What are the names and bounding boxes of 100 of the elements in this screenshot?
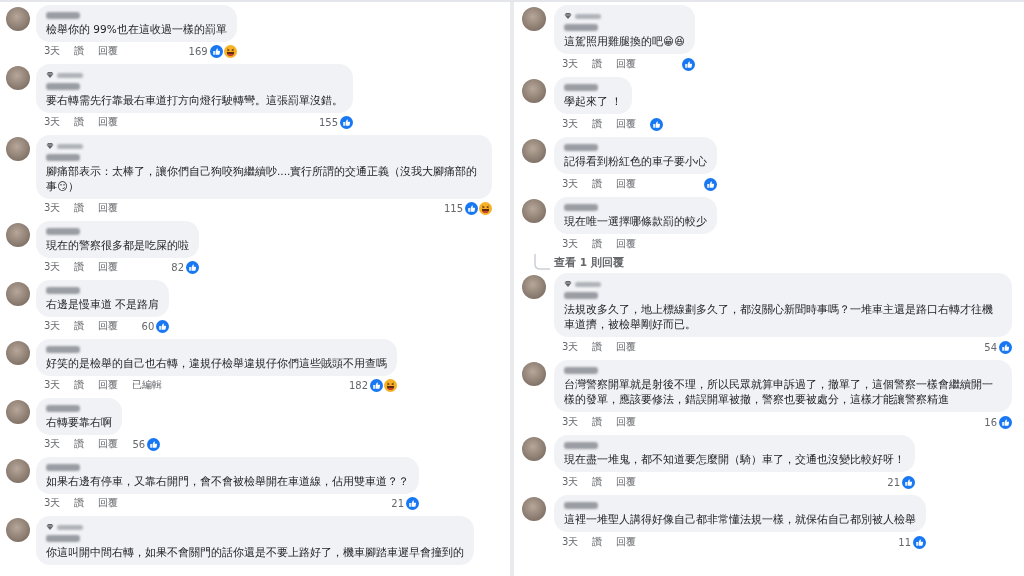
avatar[interactable] [6,341,30,365]
reply-link[interactable]: 回覆 [616,535,637,549]
blurred-name [564,24,598,31]
blurred-name [46,287,80,294]
comment-text: 要右轉需先行靠最右車道打方向燈行駛轉彎。這張罰單沒錯。 [46,93,343,108]
avatar[interactable] [6,400,30,424]
blurred-name [564,144,598,151]
diamond-icon [46,142,54,150]
blurred-name [564,502,598,509]
like-link[interactable]: 讚 [74,201,85,215]
blurred-name [564,292,598,299]
avatar[interactable] [522,199,546,223]
like-link[interactable]: 讚 [74,437,85,451]
avatar[interactable] [522,139,546,163]
comment-text: 記得看到粉紅色的車子要小心 [564,154,707,169]
avatar[interactable] [6,282,30,306]
reaction-count: 60 [141,320,155,332]
reply-link[interactable]: 回覆 [616,340,637,354]
reaction-count: 21 [887,476,900,488]
like-link[interactable]: 讚 [74,319,85,333]
blurred-name [564,367,598,374]
avatar[interactable] [522,79,546,103]
comment-time: 3天 [44,496,61,510]
avatar[interactable] [6,223,30,247]
reply-link[interactable]: 回覆 [616,57,637,71]
blurred-badge-label [57,524,83,530]
reply-link[interactable]: 回覆 [98,319,119,333]
comment-text: 如果右邊有停車，又靠右開門，會不會被檢舉開在車道線，佔用雙車道？？ [46,474,409,489]
comment-time: 3天 [44,260,61,274]
like-link[interactable]: 讚 [74,44,85,58]
comment-text: 現在盡一堆鬼，都不知道要怎麼開（騎）車了，交通也沒變比較好呀！ [564,452,905,467]
like-link[interactable]: 讚 [74,496,85,510]
comment-time: 3天 [562,57,579,71]
reply-link[interactable]: 回覆 [616,475,637,489]
like-link[interactable]: 讚 [74,378,85,392]
comment-time: 3天 [562,535,579,549]
like-link[interactable]: 讚 [592,57,603,71]
comment-time: 3天 [562,340,579,354]
avatar[interactable] [522,275,546,299]
reply-link[interactable]: 回覆 [98,378,119,392]
comment-text: 現在唯一選擇哪條款罰的較少 [564,214,707,229]
diamond-icon [564,12,572,20]
reply-link[interactable]: 回覆 [98,260,119,274]
reply-link[interactable]: 回覆 [98,496,119,510]
comment-text: 現在的警察很多都是吃屎的啦 [46,238,189,253]
blurred-badge-label [575,13,601,19]
blurred-badge-label [575,281,601,287]
edited-label: 已編輯 [132,378,163,392]
comment-text: 你這叫開中間右轉，如果不會關門的話你還是不要上路好了，機車腳踏車遲早會撞到的 [46,545,464,560]
avatar[interactable] [6,66,30,90]
comment-text: 右邊是慢車道 不是路肩 [46,297,160,312]
like-link[interactable]: 讚 [592,340,603,354]
comment-text: 學起來了 ！ [564,94,623,109]
avatar[interactable] [522,7,546,31]
reply-link[interactable]: 回覆 [616,117,637,131]
avatar[interactable] [522,437,546,461]
avatar[interactable] [522,497,546,521]
like-link[interactable]: 讚 [592,415,603,429]
like-link[interactable]: 讚 [74,260,85,274]
like-link[interactable]: 讚 [592,117,603,131]
reaction-count: 182 [348,379,368,391]
blurred-name [46,405,80,412]
comment-time: 3天 [562,415,579,429]
diamond-icon [46,71,54,79]
blurred-name [46,464,80,471]
avatar[interactable] [6,459,30,483]
diamond-icon [46,523,54,531]
blurred-name [46,83,80,90]
comment-time: 3天 [44,319,61,333]
view-replies-link[interactable]: 查看 1 則回覆 [554,256,624,270]
avatar[interactable] [6,518,30,542]
reaction-count: 115 [443,202,463,214]
comment-time: 3天 [44,201,61,215]
thread-line [534,254,550,270]
reply-link[interactable]: 回覆 [98,201,119,215]
avatar[interactable] [6,7,30,31]
like-link[interactable]: 讚 [74,115,85,129]
comment-time: 3天 [562,475,579,489]
like-link[interactable]: 讚 [592,475,603,489]
reply-link[interactable]: 回覆 [616,415,637,429]
reply-link[interactable]: 回覆 [98,115,119,129]
reply-link[interactable]: 回覆 [616,237,637,251]
reaction-count: 82 [171,261,184,273]
reply-link[interactable]: 回覆 [98,44,119,58]
comment-time: 3天 [44,44,61,58]
avatar[interactable] [522,362,546,386]
comment-text: 腳痛部表示：太棒了，讓你們自己狗咬狗繼續吵....實行所謂的交通正義（沒我大腳痛部的事😏） [46,164,479,194]
comment-text: 好笑的是檢舉的自己也右轉，違規仔檢舉違規仔你們這些賊頭不用查嗎 [46,356,387,371]
reaction-count: 11 [898,536,911,548]
comment-text: 法規改多久了，地上標線劃多久了，都沒關心新聞時事嗎？一堆車主還是路口右轉才往機車道擠，被檢舉剛好而已。 [564,302,994,332]
like-link[interactable]: 讚 [592,237,603,251]
reply-link[interactable]: 回覆 [616,177,637,191]
comment-time: 3天 [562,177,579,191]
like-link[interactable]: 讚 [592,177,603,191]
reply-link[interactable]: 回覆 [98,437,119,451]
like-link[interactable]: 讚 [592,535,603,549]
blurred-name [564,84,598,91]
avatar[interactable] [6,137,30,161]
reaction-count: 16 [984,416,997,428]
blurred-badge-label [57,72,83,78]
